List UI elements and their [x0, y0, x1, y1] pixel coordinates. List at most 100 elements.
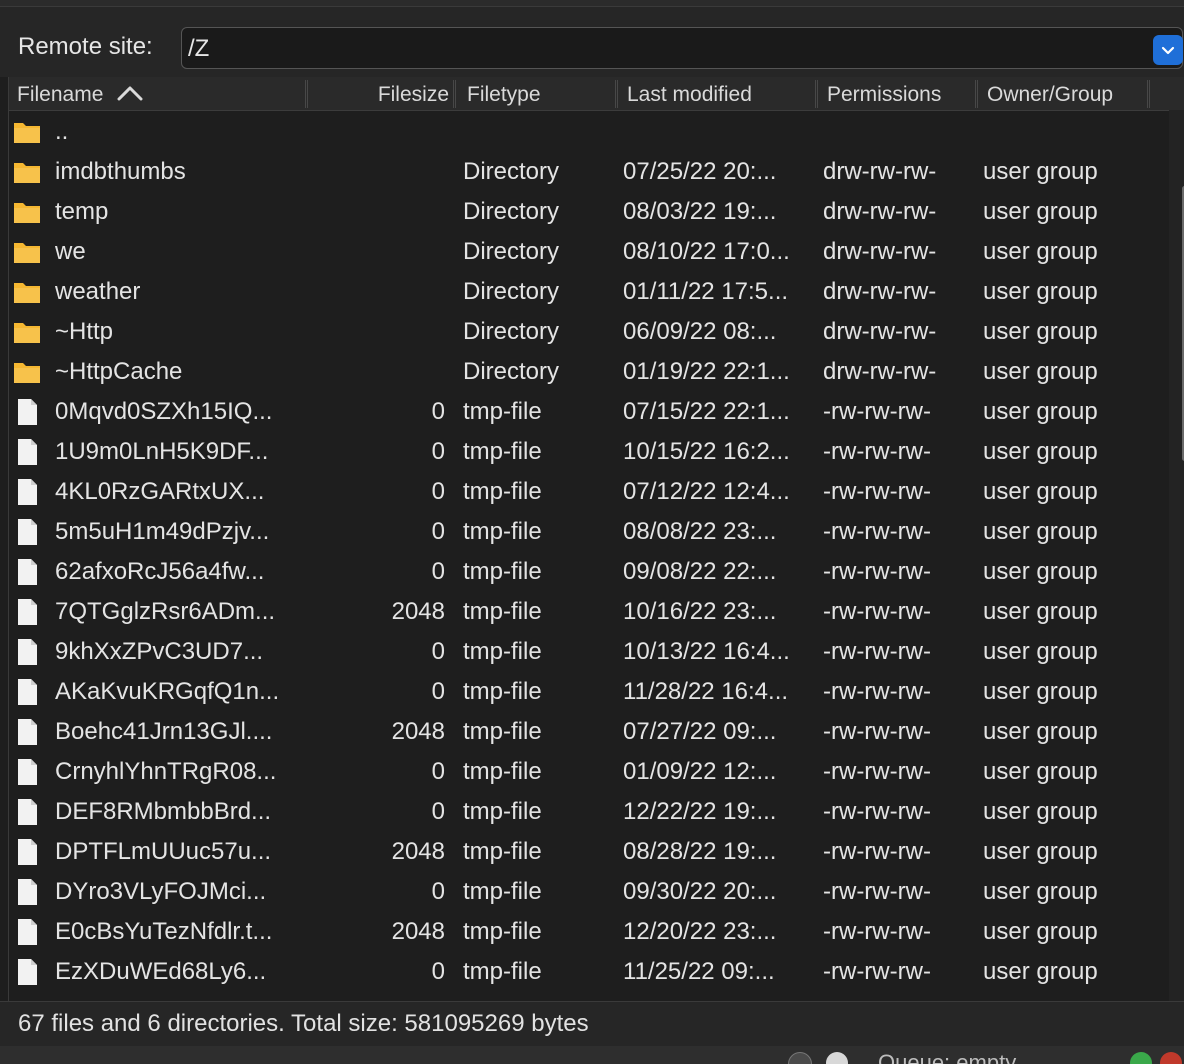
file-owner-group: user group [983, 158, 1098, 185]
column-resize-handle[interactable] [815, 80, 818, 108]
file-name: temp [55, 198, 109, 225]
file-owner-group: user group [983, 558, 1098, 585]
file-owner-group: user group [983, 838, 1098, 865]
file-permissions: drw-rw-rw- [823, 238, 937, 265]
file-permissions: drw-rw-rw- [823, 278, 937, 305]
file-name: DYro3VLyFOJMci... [55, 878, 267, 905]
status-bar: 67 files and 6 directories. Total size: … [0, 1001, 1184, 1046]
file-type: Directory [463, 198, 560, 225]
file-permissions: -rw-rw-rw- [823, 598, 931, 625]
remote-path-combobox[interactable] [181, 27, 1183, 70]
remote-path-input[interactable] [186, 28, 1150, 70]
column-header-owner-group[interactable]: Owner/Group [987, 77, 1147, 110]
column-header-last-modified[interactable]: Last modified [627, 77, 817, 110]
file-owner-group: user group [983, 238, 1098, 265]
column-resize-handle[interactable] [975, 80, 978, 108]
file-name: 7QTGglzRsr6ADm... [55, 598, 276, 625]
file-size [319, 192, 445, 232]
file-size [319, 352, 445, 392]
file-icon [13, 632, 41, 672]
file-type: tmp-file [463, 518, 542, 545]
column-header-permissions[interactable]: Permissions [827, 77, 977, 110]
table-row[interactable]: weather Directory 01/11/22 17:5... drw-rw-r… [9, 272, 1169, 312]
file-owner-group: user group [983, 678, 1098, 705]
table-row[interactable]: 4KL0RzGARtxUX... 0 tmp-file 07/12/22 12:4..… [9, 472, 1169, 512]
table-row[interactable]: EzXDuWEd68Ly6... 0 tmp-file 11/25/22 09:...… [9, 952, 1169, 992]
table-row[interactable]: temp Directory 08/03/22 19:... drw-rw-rw-us… [9, 192, 1169, 232]
file-name: imdbthumbs [55, 158, 186, 185]
remote-path-dropdown-button[interactable] [1153, 35, 1183, 65]
file-owner-group: user group [983, 638, 1098, 665]
vertical-scrollbar[interactable] [1169, 110, 1184, 1001]
table-row[interactable]: 62afxoRcJ56a4fw... 0 tmp-file 09/08/22 22:.… [9, 552, 1169, 592]
table-row[interactable]: we Directory 08/10/22 17:0... drw-rw-rw-use… [9, 232, 1169, 272]
column-resize-handle[interactable] [615, 80, 618, 108]
file-name: 1U9m0LnH5K9DF... [55, 438, 269, 465]
table-row[interactable]: Boehc41Jrn13GJl.... 2048 tmp-file 07/27/22 … [9, 712, 1169, 752]
file-last-modified: 01/19/22 22:1... [623, 358, 790, 385]
table-row[interactable]: ~Http Directory 06/09/22 08:... drw-rw-rw-u… [9, 312, 1169, 352]
file-icon [13, 752, 41, 792]
file-permissions: -rw-rw-rw- [823, 718, 931, 745]
file-permissions: -rw-rw-rw- [823, 758, 931, 785]
table-row[interactable]: DPTFLmUUuc57u... 2048 tmp-file 08/28/22 19:… [9, 832, 1169, 872]
file-name: DEF8RMbmbbBrd... [55, 798, 272, 825]
file-last-modified: 09/30/22 20:... [623, 878, 777, 905]
file-size: 0 [431, 638, 445, 665]
table-row[interactable]: 5m5uH1m49dPzjv... 0 tmp-file 08/08/22 23:..… [9, 512, 1169, 552]
file-size [319, 232, 445, 272]
folder-icon [13, 192, 41, 232]
chevron-down-icon [1161, 46, 1175, 55]
column-header-filename[interactable]: Filename [17, 77, 309, 110]
table-row[interactable]: CrnyhlYhnTRgR08... 0 tmp-file 01/09/22 12:.… [9, 752, 1169, 792]
file-permissions: drw-rw-rw- [823, 158, 937, 185]
column-header-filetype[interactable]: Filetype [467, 77, 617, 110]
table-row[interactable]: E0cBsYuTezNfdlr.t... 2048 tmp-file 12/20/22… [9, 912, 1169, 952]
file-permissions: -rw-rw-rw- [823, 878, 931, 905]
file-last-modified: 10/13/22 16:4... [623, 638, 790, 665]
table-row[interactable]: DYro3VLyFOJMci... 0 tmp-file 09/30/22 20:..… [9, 872, 1169, 912]
table-row[interactable]: imdbthumbs Directory 07/25/22 20:... drw-rw… [9, 152, 1169, 192]
table-row[interactable]: AKaKvuKRGqfQ1n... 0 tmp-file 11/28/22 16:4.… [9, 672, 1169, 712]
file-icon [13, 552, 41, 592]
queue-status: Queue: empty [878, 1050, 1017, 1064]
file-icon [13, 392, 41, 432]
table-row[interactable]: ~HttpCache Directory 01/19/22 22:1... drw-r… [9, 352, 1169, 392]
column-resize-handle[interactable] [453, 80, 456, 108]
file-size: 0 [431, 958, 445, 985]
table-row[interactable]: DEF8RMbmbbBrd... 0 tmp-file 12/22/22 19:...… [9, 792, 1169, 832]
file-owner-group: user group [983, 958, 1098, 985]
file-size: 0 [431, 398, 445, 425]
file-type: tmp-file [463, 558, 542, 585]
table-row[interactable]: 0Mqvd0SZXh15IQ... 0 tmp-file 07/15/22 22:1.… [9, 392, 1169, 432]
file-name: Boehc41Jrn13GJl.... [55, 718, 273, 745]
file-type: tmp-file [463, 918, 542, 945]
file-type: Directory [463, 158, 560, 185]
file-name: E0cBsYuTezNfdlr.t... [55, 918, 273, 945]
file-type: Directory [463, 358, 560, 385]
file-permissions: -rw-rw-rw- [823, 958, 931, 985]
file-permissions [823, 112, 979, 152]
file-permissions: -rw-rw-rw- [823, 478, 931, 505]
file-name: CrnyhlYhnTRgR08... [55, 758, 277, 785]
folder-icon [13, 232, 41, 272]
file-type: tmp-file [463, 478, 542, 505]
file-permissions: -rw-rw-rw- [823, 398, 931, 425]
file-permissions: drw-rw-rw- [823, 318, 937, 345]
file-owner-group: user group [983, 918, 1098, 945]
file-owner-group: user group [983, 438, 1098, 465]
table-row[interactable]: .. [9, 112, 1169, 152]
column-header-filesize[interactable]: Filesize [309, 77, 449, 110]
file-size: 2048 [391, 598, 445, 625]
column-resize-handle[interactable] [1147, 80, 1150, 108]
table-row[interactable]: 1U9m0LnH5K9DF... 0 tmp-file 10/15/22 16:2..… [9, 432, 1169, 472]
file-size [319, 112, 445, 152]
file-last-modified: 06/09/22 08:... [623, 318, 777, 345]
folder-icon [13, 352, 41, 392]
table-row[interactable]: 9khXxZPvC3UD7... 0 tmp-file 10/13/22 16:4..… [9, 632, 1169, 672]
column-resize-handle[interactable] [305, 80, 308, 108]
file-size: 0 [431, 678, 445, 705]
file-owner-group: user group [983, 318, 1098, 345]
table-row[interactable]: 7QTGglzRsr6ADm... 2048 tmp-file 10/16/22 23… [9, 592, 1169, 632]
file-last-modified: 08/03/22 19:... [623, 198, 777, 225]
